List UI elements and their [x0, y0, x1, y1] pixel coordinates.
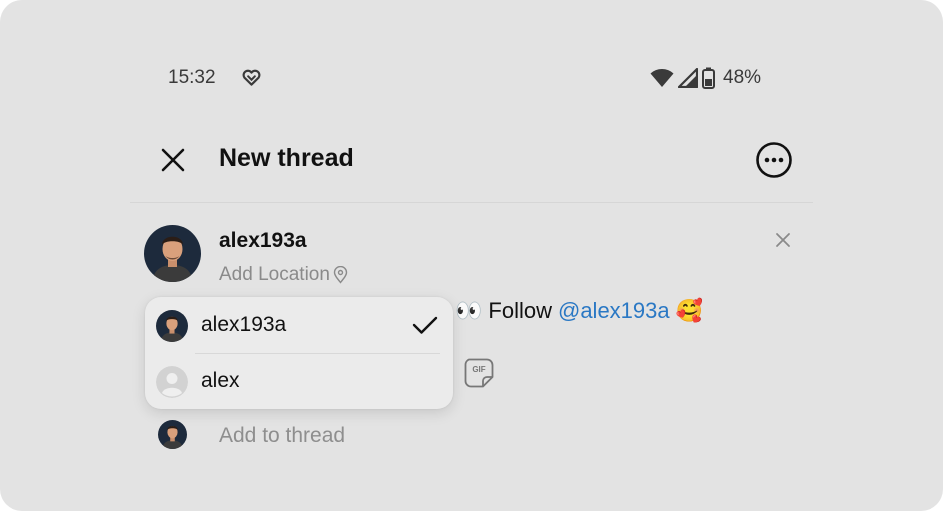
- battery-percent: 48%: [723, 67, 762, 88]
- avatar[interactable]: [144, 225, 201, 282]
- gif-sticker-icon[interactable]: GIF: [463, 357, 495, 389]
- heart-hands-icon: [242, 69, 261, 86]
- add-to-thread-button[interactable]: Add to thread: [219, 424, 345, 448]
- mention-suggestions-dropdown: alex193a alex: [145, 297, 453, 409]
- profile-photo-icon: [156, 310, 188, 342]
- suggestion-item[interactable]: alex: [145, 353, 453, 409]
- location-pin-icon: [333, 266, 348, 284]
- profile-photo-icon: [144, 225, 201, 282]
- suggestion-item[interactable]: alex193a: [145, 297, 453, 353]
- suggestion-name: alex: [201, 369, 240, 392]
- dismiss-icon[interactable]: [774, 231, 792, 249]
- app-screen: 15:32 48% New thread alex193a Add Locati…: [0, 0, 943, 511]
- page-title: New thread: [219, 144, 354, 172]
- checkmark-icon: [412, 316, 438, 334]
- avatar: [156, 310, 188, 342]
- post-text-prefix: Follow: [488, 298, 552, 323]
- suggestion-name: alex193a: [201, 313, 287, 336]
- composer-username: alex193a: [219, 229, 307, 252]
- mention-link[interactable]: @alex193a: [558, 298, 670, 324]
- post-text-input[interactable]: 👀 Follow @alex193a 🥰: [455, 298, 703, 324]
- wifi-icon: [650, 69, 674, 87]
- default-avatar-icon: [156, 366, 188, 398]
- header-divider: [130, 202, 813, 203]
- signal-icon: [678, 68, 698, 88]
- more-options-icon[interactable]: [755, 141, 793, 179]
- battery-icon: [702, 67, 715, 89]
- smiling-hearts-emoji: 🥰: [675, 298, 704, 323]
- add-location-label: Add Location: [219, 264, 330, 285]
- svg-text:GIF: GIF: [472, 365, 485, 374]
- avatar: [158, 420, 187, 449]
- status-time: 15:32: [168, 67, 216, 88]
- profile-photo-icon: [158, 420, 187, 449]
- status-indicators: 48%: [650, 66, 761, 90]
- eyes-emoji: 👀: [455, 298, 483, 323]
- add-location-link[interactable]: Add Location: [219, 264, 348, 286]
- close-icon[interactable]: [158, 145, 188, 175]
